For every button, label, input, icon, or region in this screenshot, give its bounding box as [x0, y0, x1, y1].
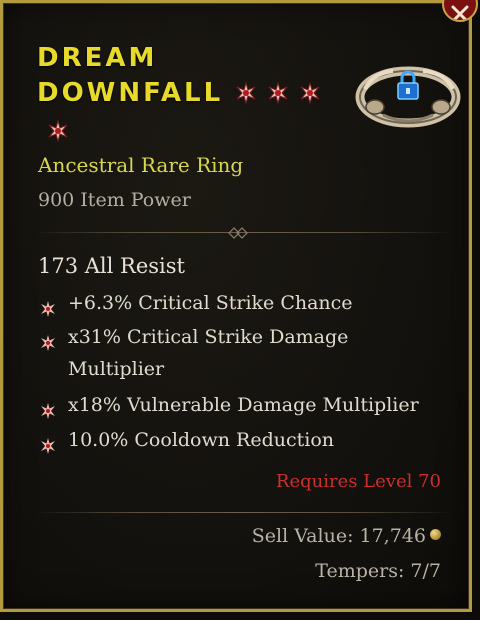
item-rarity: Ancestral Rare Ring: [38, 153, 244, 177]
affix-row: 10.0% Cooldown Reduction: [38, 424, 448, 456]
ancestral-star-icon: [267, 79, 289, 114]
ring-icon: [353, 55, 463, 135]
affix-bullet-icon: [40, 432, 56, 464]
sell-value: Sell Value: 17,746: [252, 525, 441, 547]
affix-text: x18% Vulnerable Damage Multiplier: [68, 394, 419, 416]
implicit-stat: 173 All Resist: [38, 254, 185, 278]
ancestral-star-icon: [47, 117, 69, 152]
item-name: DREAM DOWNFALL: [37, 41, 337, 152]
affix-row: x18% Vulnerable Damage Multiplier: [38, 389, 448, 421]
sell-value-text: Sell Value: 17,746: [251, 525, 426, 547]
level-requirement: Requires Level 70: [275, 471, 441, 492]
ancestral-star-icon: [299, 79, 321, 114]
affix-text: x31% Critical Strike Damage Multiplier: [68, 326, 349, 380]
affix-row: +6.3% Critical Strike Chance: [38, 287, 448, 319]
item-name-line1: DREAM: [37, 43, 158, 73]
item-power: 900 Item Power: [38, 189, 191, 211]
affix-row: x31% Critical Strike Damage Multiplier: [38, 321, 448, 385]
divider: [33, 226, 453, 240]
affix-text: 10.0% Cooldown Reduction: [68, 429, 335, 451]
gold-coin-icon: [430, 529, 441, 540]
ancestral-star-icon: [235, 79, 257, 114]
item-name-line2: DOWNFALL: [37, 78, 224, 108]
lock-icon: [397, 70, 419, 100]
item-tooltip: DREAM DOWNFALL Ancestral Rare Ring 900 I…: [0, 0, 472, 612]
tempers-count: Tempers: 7/7: [315, 560, 441, 582]
close-icon: [451, 5, 469, 20]
divider: [33, 506, 453, 520]
affix-text: +6.3% Critical Strike Chance: [68, 292, 353, 314]
affix-bullet-icon: [40, 329, 56, 361]
